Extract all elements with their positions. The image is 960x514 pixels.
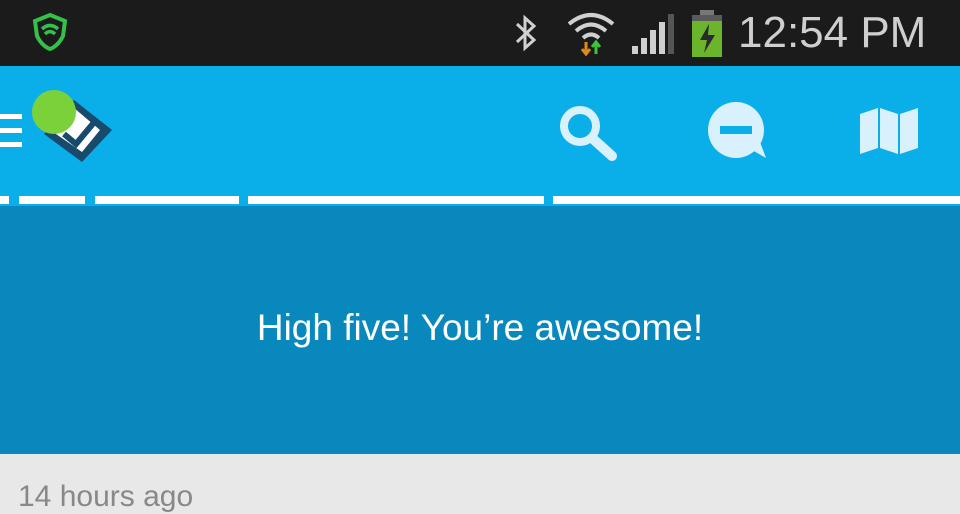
- tab-indicator-strip: [0, 194, 960, 206]
- feed-timestamp: 14 hours ago: [18, 480, 194, 513]
- map-icon[interactable]: [858, 106, 920, 161]
- wifi-icon: [566, 8, 616, 61]
- chat-icon[interactable]: [706, 100, 770, 169]
- banner-message: High five! You’re awesome!: [256, 307, 704, 348]
- shield-icon: [30, 12, 70, 57]
- feed-area: 14 hours ago: [0, 454, 960, 513]
- app-logo[interactable]: [26, 90, 118, 175]
- tab-indicator[interactable]: [0, 196, 9, 204]
- status-clock: 12:54 PM: [738, 8, 927, 57]
- tab-indicator[interactable]: [553, 196, 960, 204]
- tab-indicator[interactable]: [95, 196, 239, 204]
- battery-charging-icon: [690, 8, 724, 63]
- search-icon[interactable]: [556, 102, 620, 167]
- celebration-banner: High five! You’re awesome!: [0, 206, 960, 454]
- bluetooth-icon: [512, 14, 540, 57]
- tab-indicator[interactable]: [248, 196, 544, 204]
- app-bar: [0, 66, 960, 194]
- tab-indicator[interactable]: [19, 196, 85, 204]
- menu-icon[interactable]: [0, 112, 24, 157]
- signal-icon: [630, 12, 680, 61]
- status-bar: 12:54 PM: [0, 0, 960, 66]
